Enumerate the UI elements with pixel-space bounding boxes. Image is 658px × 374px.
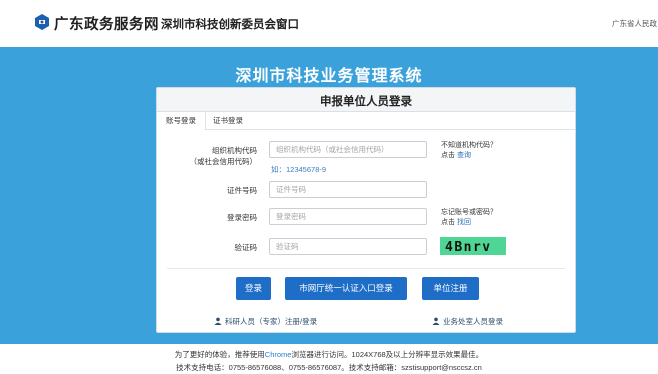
password-label: 登录密码 [227,213,257,222]
login-title: 申报单位人员登录 [320,96,412,108]
org-code-question: 不知道机构代码？ [441,142,497,149]
system-title: 深圳市科技业务管理系统 [235,68,423,85]
gd-gov-logo-icon [35,14,49,30]
staff-login-text: 业务处室人员登录 [443,317,503,326]
top-bar: 广东政务服务网 深圳市科技创新委员会窗口 广东省人民政 [0,0,658,47]
org-code-label: 组织机构代码 [212,146,257,155]
unified-auth-login-button[interactable]: 市网厅统一认证入口登录 [285,277,407,300]
unit-register-button[interactable]: 单位注册 [422,277,479,300]
tab-account-login[interactable]: 账号登录 [157,112,206,130]
login-panel: 申报单位人员登录 账号登录 证书登录 组织机构代码 （或社会信用代码） 如：12… [156,87,576,333]
org-code-label-sub: （或社会信用代码） [189,157,258,166]
captcha-graphic: 4Bnrv [445,240,492,255]
footer-prefix: 为了更好的体验，推荐使用 [174,350,265,359]
click-text-2: 点击 [441,219,455,226]
form-separator [167,268,565,269]
captcha-input[interactable] [269,238,427,255]
captcha-image[interactable]: 4Bnrv [440,237,506,255]
user-icon [214,317,222,325]
password-help: 忘记账号或密码？ 点击 找回 [441,208,497,228]
password-question: 忘记账号或密码？ [441,209,497,216]
staff-login-link[interactable]: 业务处室人员登录 [432,316,503,327]
click-text: 点击 [441,152,455,159]
expert-login-link[interactable]: 科研人员（专家）注册/登录 [214,316,317,327]
captcha-label: 验证码 [234,243,258,252]
expert-login-text: 科研人员（专家）注册/登录 [225,317,318,326]
org-code-input[interactable] [269,141,427,158]
browser-recommendation: 为了更好的体验，推荐使用Chrome浏览器进行访问。1024X768及以上分辨率… [0,349,658,360]
footer-suffix: 浏览器进行访问。1024X768及以上分辨率显示效果最佳。 [291,350,484,359]
cert-input[interactable] [269,181,427,198]
brand-name[interactable]: 广东政务服务网 [54,13,159,34]
region-link[interactable]: 广东省人民政 [612,18,657,29]
cert-label: 证件号码 [227,186,257,195]
header-divider [152,17,153,31]
retrieve-link[interactable]: 找回 [457,219,471,226]
login-button[interactable]: 登录 [236,277,271,300]
password-input[interactable] [269,208,427,225]
window-title: 深圳市科技创新委员会窗口 [161,19,299,31]
tech-support: 技术支持电话：0755-86576088、0755-86576087。技术支持邮… [176,363,482,372]
query-link[interactable]: 查询 [457,152,471,159]
captcha-text: 4Bnrv [445,240,492,255]
chrome-link[interactable]: Chrome [265,350,292,359]
tab-certificate-login[interactable]: 证书登录 [206,112,250,130]
tab-underline [206,129,575,130]
org-code-help: 不知道机构代码？ 点击 查询 [441,141,497,161]
login-panel-header: 申报单位人员登录 [157,88,575,112]
user-icon [432,317,440,325]
org-code-hint: 如：12345678-9 [271,165,327,174]
